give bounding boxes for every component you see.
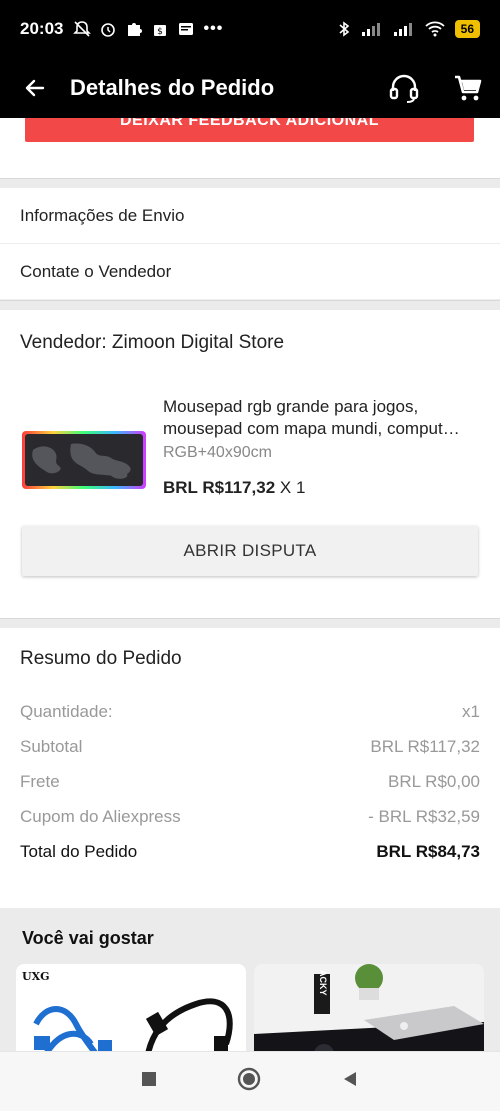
shop-bag-icon: $	[154, 25, 167, 37]
app-bar: Detalhes do Pedido	[0, 58, 500, 118]
product-name: Mousepad rgb grande para jogos, mousepad…	[163, 396, 480, 440]
arrow-left-icon	[25, 79, 45, 97]
cart-button[interactable]	[436, 58, 500, 118]
signal-icon	[361, 23, 380, 36]
battery-indicator: 56	[454, 20, 480, 38]
contact-seller-link[interactable]: Contate o Vendedor	[0, 244, 500, 300]
card-tag: ACKY	[318, 970, 328, 996]
recommendations-section: Você vai gostar UXG ACKY	[0, 908, 500, 1051]
section-divider	[0, 178, 500, 188]
desk-mousepad-image	[254, 964, 484, 1051]
square-icon	[142, 1072, 156, 1086]
summary-row-subtotal: Subtotal BRL R$117,32	[20, 729, 480, 764]
system-nav-bar	[0, 1051, 500, 1111]
recents-button[interactable]	[141, 1071, 157, 1092]
summary-total-value: BRL R$84,73	[376, 841, 480, 861]
summary-label: Subtotal	[20, 736, 83, 756]
summary-row-coupon: Cupom do Aliexpress - BRL R$32,59	[20, 799, 480, 834]
wifi-icon	[425, 21, 445, 37]
product-item[interactable]: Mousepad rgb grande para jogos, mousepad…	[0, 378, 500, 526]
summary-value: x1	[462, 701, 480, 721]
circle-icon	[237, 1067, 261, 1091]
more-notifications-icon: •••	[203, 20, 224, 37]
product-name-line-1: Mousepad rgb grande para jogos,	[163, 397, 419, 416]
alarm-icon	[101, 23, 116, 37]
recommendation-card[interactable]: ACKY	[254, 964, 484, 1051]
summary-label: Quantidade:	[20, 701, 113, 721]
news-icon	[179, 23, 194, 35]
recommendations-grid: UXG ACKY	[0, 964, 500, 1051]
triangle-back-icon	[344, 1072, 356, 1086]
open-dispute-button[interactable]: ABRIR DISPUTA	[22, 526, 478, 576]
order-summary: Resumo do Pedido Quantidade: x1 Subtotal…	[0, 628, 500, 869]
status-bar: 20:03 $ ••• 56	[0, 0, 500, 58]
headset-icon	[389, 74, 419, 103]
mute-icon	[73, 21, 92, 37]
status-time: 20:03	[20, 19, 64, 38]
svg-text:$: $	[158, 27, 164, 37]
summary-row-shipping: Frete BRL R$0,00	[20, 764, 480, 799]
leave-feedback-button[interactable]: DEIXAR FEEDBACK ADICIONAL	[25, 118, 474, 142]
notification-icons: $ •••	[73, 20, 223, 38]
dispute-section: ABRIR DISPUTA	[0, 526, 500, 618]
summary-row-quantity: Quantidade: x1	[20, 694, 480, 729]
back-button[interactable]	[0, 58, 70, 118]
recommendations-title: Você vai gostar	[22, 928, 154, 948]
cart-icon	[455, 75, 482, 101]
summary-row-total: Total do Pedido BRL R$84,73	[20, 834, 480, 869]
seller-name[interactable]: Vendedor: Zimoon Digital Store	[0, 310, 500, 378]
home-button[interactable]	[237, 1067, 261, 1096]
summary-value: - BRL R$32,59	[368, 806, 480, 826]
page-title: Detalhes do Pedido	[70, 75, 275, 100]
back-nav-button[interactable]	[341, 1070, 359, 1093]
section-divider	[0, 300, 500, 310]
summary-total-label: Total do Pedido	[20, 841, 138, 861]
puzzle-icon	[128, 23, 143, 36]
summary-label: Cupom do Aliexpress	[20, 806, 181, 826]
shipping-info-link[interactable]: Informações de Envio	[0, 188, 500, 244]
product-variant: RGB+40x90cm	[163, 444, 272, 461]
product-price: BRL R$117,32 X 1	[163, 478, 480, 498]
support-button[interactable]	[372, 58, 436, 118]
recommendation-card[interactable]: UXG	[16, 964, 246, 1051]
summary-value: BRL R$0,00	[388, 771, 480, 791]
cable-image	[33, 998, 233, 1051]
order-details-content[interactable]: DEIXAR FEEDBACK ADICIONAL Informações de…	[0, 118, 500, 1051]
product-price-value: BRL R$117,32	[163, 478, 276, 497]
product-thumbnail[interactable]	[20, 396, 148, 524]
section-divider	[0, 618, 500, 628]
product-info: Mousepad rgb grande para jogos, mousepad…	[163, 396, 480, 526]
summary-value: BRL R$117,32	[370, 736, 480, 756]
signal-icon-2	[393, 23, 412, 36]
summary-label: Frete	[20, 771, 60, 791]
mousepad-image	[22, 431, 146, 489]
product-quantity: X 1	[275, 478, 306, 497]
system-status: 56	[337, 20, 480, 38]
product-name-line-2: mousepad com mapa mundi, comput…	[163, 419, 460, 438]
bluetooth-icon	[339, 21, 349, 37]
summary-title: Resumo do Pedido	[20, 648, 182, 669]
